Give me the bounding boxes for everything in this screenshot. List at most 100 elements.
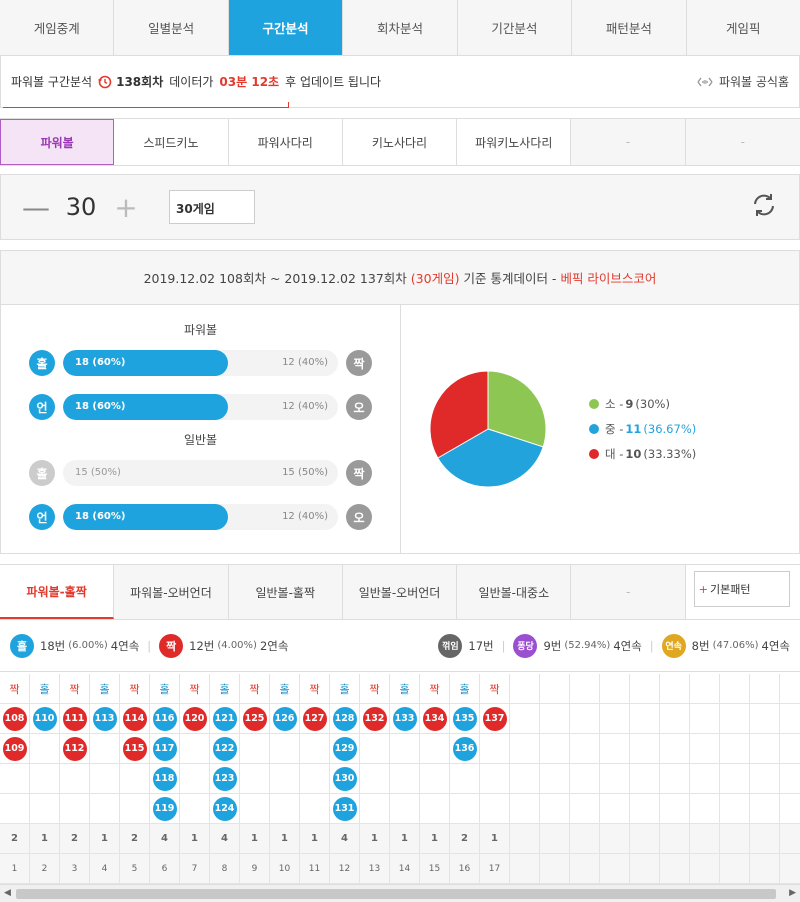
grid-cell: [30, 794, 59, 824]
ratio-bar-row: 홀 15 (50%) 15 (50%) 짝: [29, 451, 372, 495]
column-index: 3: [60, 854, 89, 884]
notice-round: 138회차: [116, 75, 164, 89]
legend-pct: (36.67%): [643, 422, 697, 436]
stats-mid: 기준 통계데이터 -: [463, 271, 557, 286]
grid-cell: [120, 794, 149, 824]
grid-cell: [600, 704, 629, 734]
increase-button[interactable]: +: [111, 191, 141, 224]
tab-pb-overunder[interactable]: 파워볼-오버언더: [114, 565, 229, 619]
refresh-icon[interactable]: [751, 192, 777, 221]
grid-cell: 110: [30, 704, 59, 734]
horizontal-scrollbar[interactable]: ◀ ▶: [0, 884, 800, 902]
tab-powerkeno-ladder[interactable]: 파워키노사다리: [457, 119, 572, 165]
pattern-column: 홀 133 1 14: [390, 674, 420, 884]
grid-cell: [300, 764, 329, 794]
tab-gamepick[interactable]: 게임픽: [687, 0, 800, 55]
grid-cell: [90, 734, 119, 764]
tab-round[interactable]: 회차분석: [343, 0, 458, 55]
tab-nb-overunder[interactable]: 일반볼-오버언더: [342, 565, 458, 619]
grid-cell: 127: [300, 704, 329, 734]
grid-cell: 109: [0, 734, 29, 764]
tab-pb-oddeven[interactable]: 파워볼-홀짝: [0, 565, 115, 619]
grid-cell: 113: [90, 704, 119, 734]
tab-nb-oddeven[interactable]: 일반볼-홀짝: [228, 565, 343, 619]
pattern-column: [720, 674, 750, 884]
oddeven-bars: 파워볼 홀 18 (60%) 12 (40%) 짝 언 18 (60%) 12 (40%) 오…: [1, 305, 401, 553]
streak-count: 4: [150, 824, 179, 854]
tab-keno-ladder[interactable]: 키노사다리: [342, 119, 458, 165]
streak-count: 1: [420, 824, 449, 854]
streak-count: [690, 824, 719, 854]
round-ball: 122: [212, 736, 237, 761]
official-link[interactable]: 파워볼 공식홈: [696, 73, 789, 90]
tab-live[interactable]: 게임중계: [0, 0, 115, 55]
scroll-thumb[interactable]: [16, 889, 776, 899]
right-value: 12 (40%): [282, 357, 328, 368]
column-header: [540, 674, 569, 704]
tab-nb-size[interactable]: 일반볼-대중소: [457, 565, 572, 619]
grid-cell: 135: [450, 704, 479, 734]
pattern-column: [510, 674, 540, 884]
legend-dot: [589, 449, 599, 459]
pattern-column: 짝 125 1 9: [240, 674, 270, 884]
pattern-column: 짝 114 115 2 5: [120, 674, 150, 884]
grid-cell: [630, 704, 659, 734]
tab-period[interactable]: 기간분석: [458, 0, 573, 55]
update-notice: 파워볼 구간분석 138회차 데이터가 03분 12초 후 업데이트 됩니다 파…: [0, 56, 800, 108]
column-index: [570, 854, 599, 884]
column-index: 14: [390, 854, 419, 884]
column-index: 7: [180, 854, 209, 884]
scroll-left-icon[interactable]: ◀: [4, 888, 11, 898]
grid-cell: [360, 794, 389, 824]
column-index: [750, 854, 779, 884]
game-count-control: — 30 + 30게임: [0, 174, 800, 240]
scroll-right-icon[interactable]: ▶: [789, 888, 796, 898]
tab-empty: -: [571, 119, 686, 165]
tab-section[interactable]: 구간분석: [228, 0, 344, 55]
tab-pattern[interactable]: 패턴분석: [572, 0, 687, 55]
streak-count: [660, 824, 689, 854]
right-badge: 오: [346, 394, 372, 420]
column-header: [780, 674, 800, 704]
pie-legend: 소 -9 (30%) 중 -11 (36.67%) 대 -10 (33.33%): [589, 392, 696, 467]
grid-cell: 120: [180, 704, 209, 734]
grid-cell: [480, 734, 509, 764]
grid-cell: 121: [210, 704, 239, 734]
grid-cell: [360, 734, 389, 764]
grid-cell: [780, 764, 800, 794]
official-site-icon: [696, 75, 714, 89]
separator: |: [501, 638, 506, 653]
grid-cell: [540, 704, 569, 734]
stats-range: 2019.12.02 108회차 ~ 2019.12.02 137회차: [143, 271, 407, 286]
tab-speedkeno[interactable]: 스피드키노: [114, 119, 229, 165]
decrease-button[interactable]: —: [21, 191, 51, 224]
streak-count: [600, 824, 629, 854]
grid-cell: 118: [150, 764, 179, 794]
column-index: 4: [90, 854, 119, 884]
grid-cell: [570, 794, 599, 824]
stats-games: (30게임): [410, 271, 460, 286]
game-count-select[interactable]: 30게임: [169, 190, 255, 224]
notice-time: 03분 12초: [219, 75, 280, 89]
even-detail: (4.00%): [217, 640, 257, 651]
grid-cell: [720, 794, 749, 824]
round-ball: 110: [32, 706, 57, 731]
tab-powerball[interactable]: 파워볼: [0, 119, 115, 165]
streak-count: 1: [90, 824, 119, 854]
left-badge: 홀: [29, 350, 55, 376]
even-count: 12번: [189, 638, 215, 653]
grid-cell: [270, 764, 299, 794]
basic-pattern-button[interactable]: + 기본패턴: [693, 571, 790, 607]
tab-daily[interactable]: 일별분석: [114, 0, 229, 55]
grid-cell: 134: [420, 704, 449, 734]
ratio-bar-row: 언 18 (60%) 12 (40%) 오: [29, 495, 372, 539]
legend-label: 대 -: [605, 447, 624, 461]
round-ball: 114: [122, 706, 147, 731]
clock-icon: [98, 75, 112, 89]
column-index: 6: [150, 854, 179, 884]
tab-power-ladder[interactable]: 파워사다리: [228, 119, 343, 165]
pattern-column: [660, 674, 690, 884]
pattern-column: 짝 108 109 2 1: [0, 674, 30, 884]
streak-count: 2: [450, 824, 479, 854]
grid-cell: [690, 764, 719, 794]
